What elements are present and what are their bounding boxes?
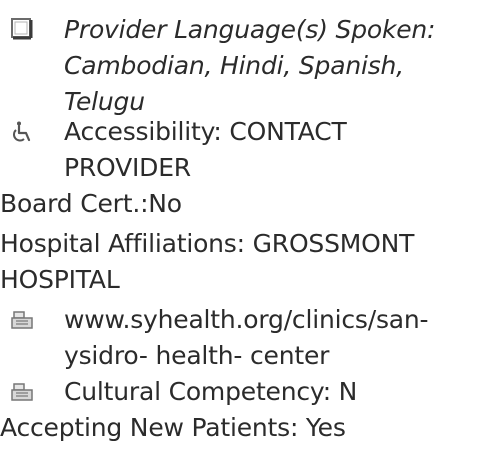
accessibility-row: Accessibility: CONTACT PROVIDER	[0, 114, 480, 186]
fax-icon	[11, 383, 33, 401]
website-row[interactable]: www.syhealth.org/clinics/san-ysidro- hea…	[0, 302, 480, 374]
fax-icon	[11, 311, 33, 329]
languages-row: Provider Language(s) Spoken: Cambodian, …	[0, 6, 480, 120]
provider-details-panel: Provider Language(s) Spoken: Cambodian, …	[0, 0, 480, 446]
cultural-competency-text: Cultural Competency: N	[64, 377, 358, 406]
languages-text: Provider Language(s) Spoken: Cambodian, …	[64, 15, 436, 116]
accepting-new-patients-text: Accepting New Patients: Yes	[0, 413, 346, 442]
wheelchair-icon	[13, 121, 31, 142]
board-cert-row: Board Cert.:No	[0, 186, 480, 222]
checkbox-icon	[11, 18, 33, 40]
accepting-new-patients-row: Accepting New Patients: Yes	[0, 410, 480, 446]
accessibility-text: Accessibility: CONTACT PROVIDER	[64, 117, 347, 182]
hospital-affiliations-row: Hospital Affiliations: GROSSMONT HOSPITA…	[0, 226, 480, 298]
hospital-affiliations-text: Hospital Affiliations: GROSSMONT HOSPITA…	[0, 229, 415, 294]
cultural-competency-row: Cultural Competency: N	[0, 374, 480, 410]
website-link[interactable]: www.syhealth.org/clinics/san-ysidro- hea…	[64, 305, 429, 370]
board-cert-text: Board Cert.:No	[0, 189, 182, 218]
